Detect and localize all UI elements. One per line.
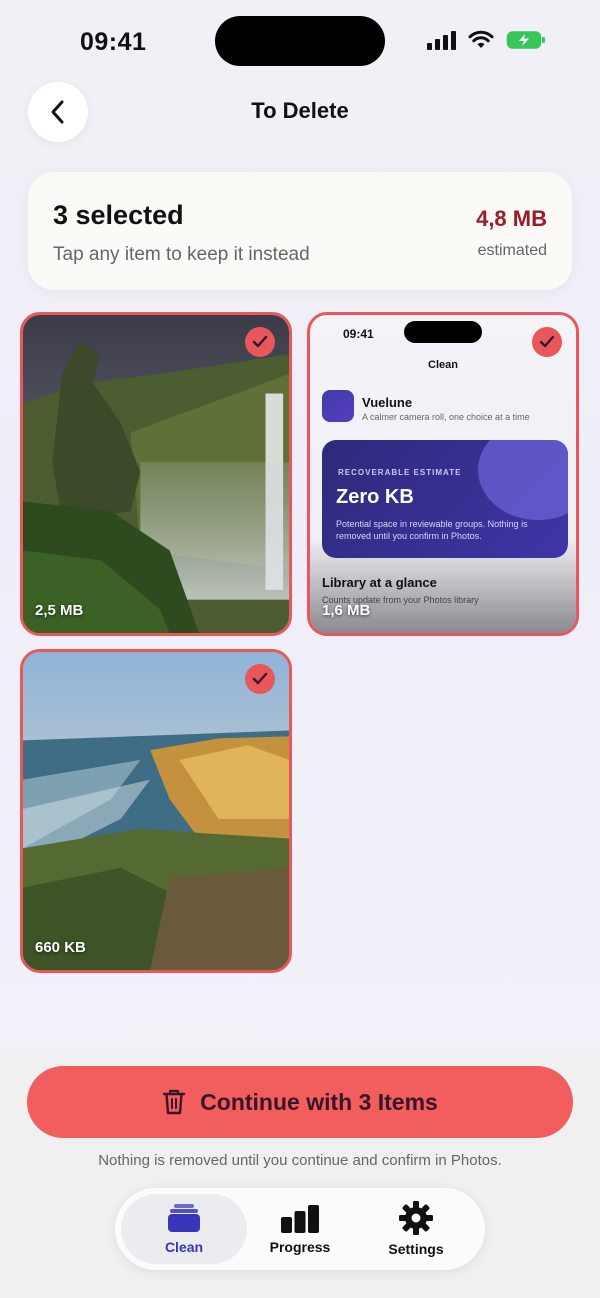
trash-icon [162, 1089, 186, 1115]
tab-progress[interactable]: Progress [237, 1194, 363, 1264]
photo-tile-screenshot[interactable]: 09:41 Clean Vuelune A calmer camera roll… [307, 312, 579, 636]
continue-label: Continue with 3 Items [200, 1088, 438, 1115]
preview-estimate-card: RECOVERABLE ESTIMATE Zero KB Potential s… [322, 440, 568, 558]
photo-tile-waterfall[interactable]: 2,5 MB [20, 312, 292, 636]
waterfall-photo [23, 315, 289, 633]
selection-hint: Tap any item to keep it instead [53, 244, 310, 265]
preview-app-name: Vuelune [362, 395, 413, 410]
gear-icon [399, 1201, 433, 1235]
preview-section-title: Library at a glance [322, 575, 437, 590]
footnote: Nothing is removed until you continue an… [98, 1152, 502, 1169]
tab-clean[interactable]: Clean [121, 1194, 247, 1264]
continue-button[interactable]: Continue with 3 Items [27, 1066, 573, 1138]
tab-bar: Clean Progress Settings [115, 1188, 485, 1270]
preview-dynamic-island [404, 321, 482, 343]
tab-label: Clean [164, 1239, 204, 1255]
tab-settings[interactable]: Settings [353, 1194, 479, 1264]
selected-count: 3 selected [53, 200, 184, 230]
selected-check-icon [532, 327, 562, 357]
status-time: 09:41 [80, 28, 147, 56]
tab-label: Settings [388, 1241, 444, 1257]
wifi-icon [468, 30, 494, 48]
screenshot-preview: 09:41 Clean Vuelune A calmer camera roll… [310, 315, 576, 633]
preview-description: Potential space in reviewable groups. No… [336, 519, 528, 541]
selected-check-icon [245, 664, 275, 694]
status-bar: 09:41 [0, 0, 600, 84]
preview-time: 09:41 [343, 327, 374, 341]
estimated-size: 4,8 MB [476, 206, 547, 231]
photo-tile-coast[interactable]: 660 KB [20, 649, 292, 973]
page-title: To Delete [251, 98, 349, 123]
preview-tagline: A calmer camera roll, one choice at a ti… [362, 412, 530, 422]
status-icons [427, 30, 546, 50]
stack-icon [168, 1204, 200, 1232]
app-logo-icon [322, 390, 354, 422]
estimated-label: estimated [477, 242, 547, 259]
preview-title: Clean [428, 359, 458, 371]
selected-check-icon [245, 327, 275, 357]
preview-value: Zero KB [336, 486, 414, 508]
dynamic-island [215, 16, 385, 66]
coastline-photo [23, 652, 289, 970]
selection-summary-card: 3 selected Tap any item to keep it inste… [28, 172, 572, 290]
bar-chart-icon [281, 1205, 319, 1233]
preview-eyebrow: RECOVERABLE ESTIMATE [338, 468, 462, 477]
cellular-signal-icon [427, 30, 456, 50]
photo-size-label: 2,5 MB [35, 602, 84, 619]
battery-charging-icon [506, 31, 545, 49]
tab-label: Progress [269, 1239, 331, 1255]
photo-size-label: 660 KB [35, 939, 86, 956]
photo-size-label: 1,6 MB [322, 602, 371, 619]
